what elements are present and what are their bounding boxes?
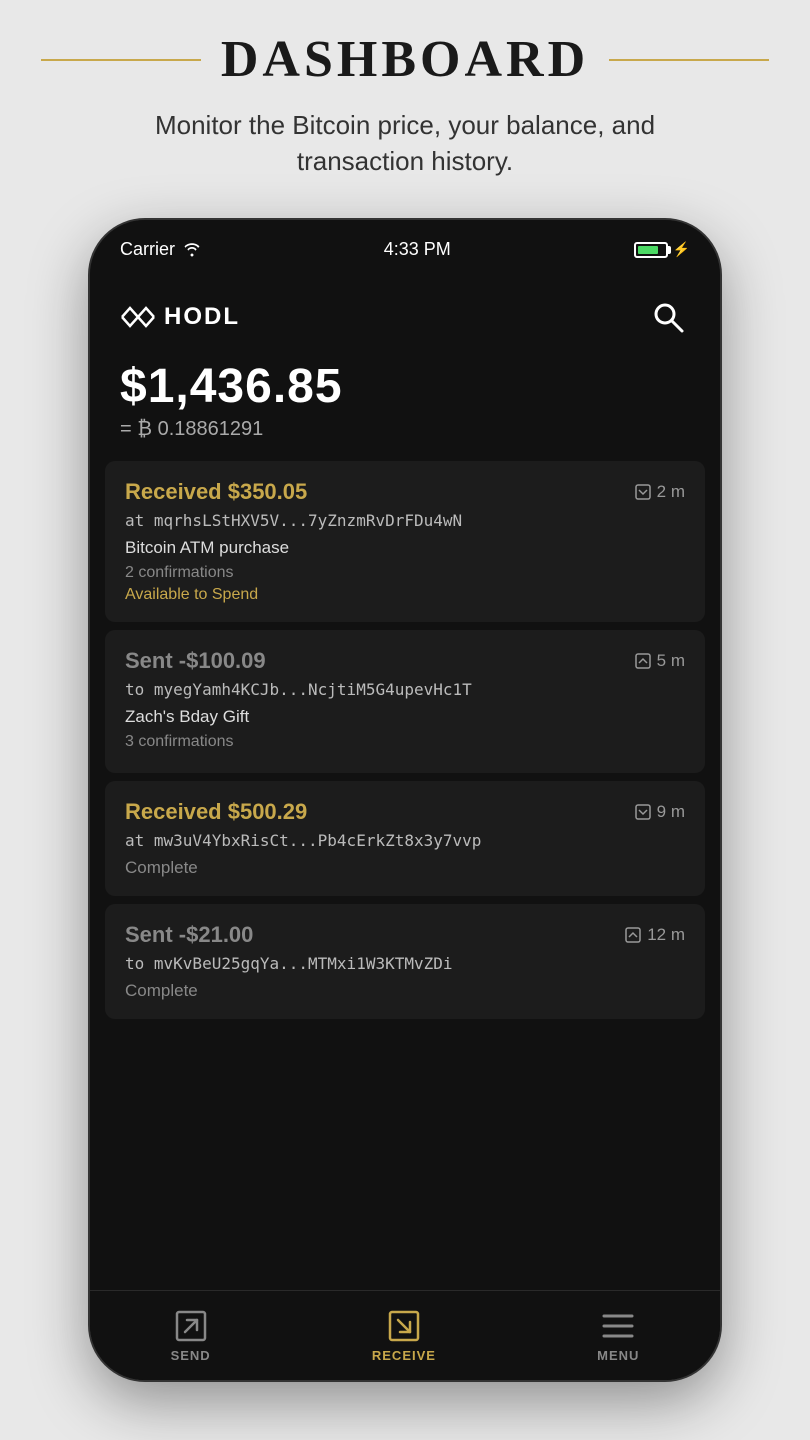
tx-time-label-2: 5 m bbox=[657, 651, 685, 671]
status-bar-right: ⚡ bbox=[634, 241, 690, 258]
tx-amount-3: Received $500.29 bbox=[125, 799, 307, 825]
balance-usd: $1,436.85 bbox=[120, 359, 690, 414]
tx-status-4: Complete bbox=[125, 981, 685, 1001]
tx-label-2: Zach's Bday Gift bbox=[125, 707, 685, 727]
tx-received-icon-3 bbox=[635, 804, 651, 820]
send-icon bbox=[173, 1308, 209, 1344]
tx-time-4: 12 m bbox=[625, 925, 685, 945]
app-header: HODL bbox=[90, 280, 720, 349]
tx-confirmations-1: 2 confirmations bbox=[125, 564, 685, 582]
tx-time-2: 5 m bbox=[635, 651, 685, 671]
tx-sent-icon-4 bbox=[625, 927, 641, 943]
title-line-left bbox=[41, 59, 201, 61]
balance-section: $1,436.85 = ₿ 0.18861291 bbox=[90, 349, 720, 461]
wifi-icon bbox=[183, 243, 201, 257]
search-button[interactable] bbox=[646, 295, 690, 339]
tx-time-1: 2 m bbox=[635, 482, 685, 502]
tx-sent-icon-2 bbox=[635, 653, 651, 669]
tx-top-row-2: Sent -$100.09 5 m bbox=[125, 648, 685, 674]
tx-time-label-3: 9 m bbox=[657, 802, 685, 822]
title-row: DASHBOARD bbox=[0, 30, 810, 89]
tx-status-3: Complete bbox=[125, 858, 685, 878]
menu-icon bbox=[600, 1308, 636, 1344]
tx-address-3: at mw3uV4YbxRisCt...Pb4cErkZt8x3y7vvp bbox=[125, 831, 685, 850]
tx-amount-2: Sent -$100.09 bbox=[125, 648, 266, 674]
phone-frame: Carrier 4:33 PM ⚡ HODL bbox=[90, 220, 720, 1380]
receive-label: RECEIVE bbox=[372, 1348, 436, 1363]
title-line-right bbox=[609, 59, 769, 61]
status-bar: Carrier 4:33 PM ⚡ bbox=[90, 220, 720, 280]
send-label: SEND bbox=[171, 1348, 211, 1363]
nav-send[interactable]: SEND bbox=[151, 1300, 231, 1371]
carrier-label: Carrier bbox=[120, 239, 175, 260]
transaction-card-4[interactable]: Sent -$21.00 12 m to mvKvBeU25gqYa...MTM… bbox=[105, 904, 705, 1019]
tx-time-label-1: 2 m bbox=[657, 482, 685, 502]
tx-confirmations-2: 3 confirmations bbox=[125, 733, 685, 751]
logo-diamond-icon bbox=[120, 304, 156, 330]
tx-amount-1: Received $350.05 bbox=[125, 479, 307, 505]
transaction-card-3[interactable]: Received $500.29 9 m at mw3uV4YbxRisCt..… bbox=[105, 781, 705, 896]
tx-top-row-1: Received $350.05 2 m bbox=[125, 479, 685, 505]
tx-top-row-4: Sent -$21.00 12 m bbox=[125, 922, 685, 948]
app-logo: HODL bbox=[120, 303, 240, 331]
tx-address-2: to myegYamh4KCJb...NcjtiM5G4upevHc1T bbox=[125, 680, 685, 699]
transaction-card-1[interactable]: Received $350.05 2 m at mqrhsLStHXV5V...… bbox=[105, 461, 705, 622]
charging-icon: ⚡ bbox=[673, 241, 690, 258]
tx-received-icon-1 bbox=[635, 484, 651, 500]
transaction-card-2[interactable]: Sent -$100.09 5 m to myegYamh4KCJb...Ncj… bbox=[105, 630, 705, 773]
tx-status-1: Available to Spend bbox=[125, 586, 685, 604]
page-title: DASHBOARD bbox=[221, 30, 589, 89]
app-content: HODL $1,436.85 = ₿ 0.18861291 Received $… bbox=[90, 280, 720, 1380]
balance-btc: = ₿ 0.18861291 bbox=[120, 418, 690, 441]
status-bar-left: Carrier bbox=[120, 239, 201, 260]
status-bar-time: 4:33 PM bbox=[384, 239, 451, 260]
tx-amount-4: Sent -$21.00 bbox=[125, 922, 253, 948]
battery-fill bbox=[638, 246, 659, 254]
tx-address-4: to mvKvBeU25gqYa...MTMxi1W3KTMvZDi bbox=[125, 954, 685, 973]
tx-time-3: 9 m bbox=[635, 802, 685, 822]
tx-top-row-3: Received $500.29 9 m bbox=[125, 799, 685, 825]
battery-icon bbox=[634, 242, 668, 258]
tx-time-label-4: 12 m bbox=[647, 925, 685, 945]
nav-receive[interactable]: RECEIVE bbox=[352, 1300, 456, 1371]
nav-menu[interactable]: MENU bbox=[577, 1300, 659, 1371]
receive-icon bbox=[386, 1308, 422, 1344]
tx-address-1: at mqrhsLStHXV5V...7yZnzmRvDrFDu4wN bbox=[125, 511, 685, 530]
tx-label-1: Bitcoin ATM purchase bbox=[125, 538, 685, 558]
logo-text: HODL bbox=[164, 303, 240, 331]
transactions-list: Received $350.05 2 m at mqrhsLStHXV5V...… bbox=[90, 461, 720, 1290]
page-subtitle: Monitor the Bitcoin price, your balance,… bbox=[105, 107, 705, 180]
page-header: DASHBOARD Monitor the Bitcoin price, you… bbox=[0, 0, 810, 200]
menu-label: MENU bbox=[597, 1348, 639, 1363]
bottom-nav: SEND RECEIVE bbox=[90, 1290, 720, 1380]
